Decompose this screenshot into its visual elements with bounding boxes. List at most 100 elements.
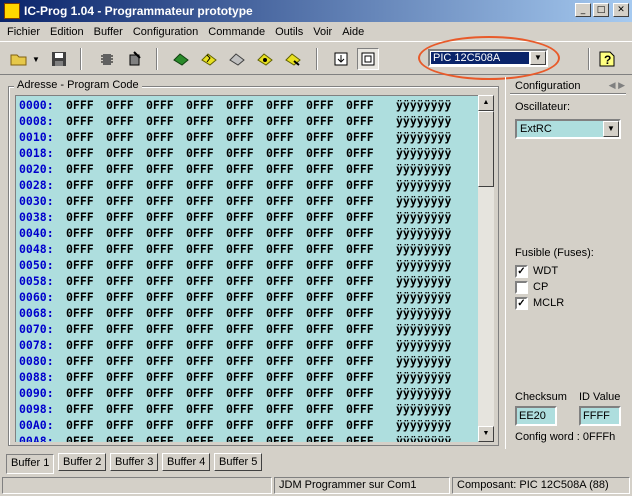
word-cell[interactable]: 0FFF — [186, 369, 214, 385]
table-row[interactable]: 0018: 0FFF 0FFF 0FFF 0FFF 0FFF 0FFF 0FFF 0FFF ÿÿÿ… — [16, 145, 478, 161]
word-cell[interactable]: 0FFF — [266, 289, 294, 305]
word-cell[interactable]: 0FFF — [226, 129, 254, 145]
word-cell[interactable]: 0FFF — [306, 289, 334, 305]
fuse-mclr-checkbox[interactable]: ✓ — [515, 296, 528, 310]
tab-buffer-3[interactable]: Buffer 3 — [110, 453, 159, 471]
word-cell[interactable]: 0FFF — [306, 305, 334, 321]
word-cell[interactable]: 0FFF — [106, 97, 134, 113]
word-cell[interactable]: 0FFF — [186, 145, 214, 161]
word-cell[interactable]: 0FFF — [226, 209, 254, 225]
tab-buffer-2[interactable]: Buffer 2 — [58, 453, 107, 471]
word-cell[interactable]: 0FFF — [186, 241, 214, 257]
word-cell[interactable]: 0FFF — [266, 113, 294, 129]
word-cell[interactable]: 0FFF — [186, 225, 214, 241]
word-cell[interactable]: 0FFF — [226, 369, 254, 385]
word-cell[interactable]: 0FFF — [266, 369, 294, 385]
table-row[interactable]: 0068: 0FFF 0FFF 0FFF 0FFF 0FFF 0FFF 0FFF 0FFF ÿÿÿ… — [16, 305, 478, 321]
word-cell[interactable]: 0FFF — [226, 145, 254, 161]
word-cell[interactable]: 0FFF — [346, 433, 374, 442]
word-cell[interactable]: 0FFF — [186, 177, 214, 193]
word-cell[interactable]: 0FFF — [226, 433, 254, 442]
fuse-cp[interactable]: CP — [515, 280, 548, 294]
word-cell[interactable]: 0FFF — [306, 321, 334, 337]
word-cell[interactable]: 0FFF — [346, 385, 374, 401]
word-cell[interactable]: 0FFF — [146, 369, 174, 385]
program-device-icon[interactable] — [198, 48, 220, 70]
table-row[interactable]: 0088: 0FFF 0FFF 0FFF 0FFF 0FFF 0FFF 0FFF 0FFF ÿÿÿ… — [16, 369, 478, 385]
word-cell[interactable]: 0FFF — [146, 97, 174, 113]
vertical-scrollbar[interactable]: ▲ ▼ — [478, 95, 494, 442]
word-cell[interactable]: 0FFF — [106, 385, 134, 401]
buffer-view-icon[interactable] — [357, 48, 379, 70]
word-cell[interactable]: 0FFF — [226, 321, 254, 337]
word-cell[interactable]: 0FFF — [306, 257, 334, 273]
word-cell[interactable]: 0FFF — [266, 241, 294, 257]
word-cell[interactable]: 0FFF — [226, 385, 254, 401]
menu-buffer[interactable]: Buffer — [89, 26, 128, 38]
word-cell[interactable]: 0FFF — [106, 177, 134, 193]
word-cell[interactable]: 0FFF — [186, 273, 214, 289]
word-cell[interactable]: 0FFF — [346, 241, 374, 257]
word-cell[interactable]: 0FFF — [346, 401, 374, 417]
word-cell[interactable]: 0FFF — [146, 433, 174, 442]
minimize-button[interactable]: _ — [575, 3, 591, 17]
table-row[interactable]: 0060: 0FFF 0FFF 0FFF 0FFF 0FFF 0FFF 0FFF 0FFF ÿÿÿ… — [16, 289, 478, 305]
word-cell[interactable]: 0FFF — [66, 129, 94, 145]
table-row[interactable]: 00A8: 0FFF 0FFF 0FFF 0FFF 0FFF 0FFF 0FFF 0FFF ÿÿÿ… — [16, 433, 478, 442]
word-cell[interactable]: 0FFF — [306, 209, 334, 225]
word-cell[interactable]: 0FFF — [66, 209, 94, 225]
chip-read-icon[interactable] — [96, 48, 118, 70]
word-cell[interactable]: 0FFF — [66, 337, 94, 353]
maximize-button[interactable]: □ — [593, 3, 609, 17]
table-row[interactable]: 0038: 0FFF 0FFF 0FFF 0FFF 0FFF 0FFF 0FFF 0FFF ÿÿÿ… — [16, 209, 478, 225]
word-cell[interactable]: 0FFF — [106, 289, 134, 305]
word-cell[interactable]: 0FFF — [346, 209, 374, 225]
load-to-buffer-icon[interactable] — [330, 48, 352, 70]
word-cell[interactable]: 0FFF — [106, 193, 134, 209]
fuse-cp-checkbox[interactable] — [515, 280, 528, 294]
word-cell[interactable]: 0FFF — [226, 225, 254, 241]
word-cell[interactable]: 0FFF — [306, 241, 334, 257]
scroll-thumb[interactable] — [478, 111, 494, 187]
word-cell[interactable]: 0FFF — [226, 193, 254, 209]
word-cell[interactable]: 0FFF — [346, 161, 374, 177]
word-cell[interactable]: 0FFF — [66, 161, 94, 177]
word-cell[interactable]: 0FFF — [66, 241, 94, 257]
verify-device-icon[interactable] — [254, 48, 276, 70]
table-row[interactable]: 0080: 0FFF 0FFF 0FFF 0FFF 0FFF 0FFF 0FFF 0FFF ÿÿÿ… — [16, 353, 478, 369]
word-cell[interactable]: 0FFF — [226, 97, 254, 113]
title-bar[interactable]: IC-Prog 1.04 - Programmateur prototype _… — [0, 0, 632, 22]
fuse-mclr[interactable]: ✓ MCLR — [515, 296, 564, 310]
menu-voir[interactable]: Voir — [308, 26, 337, 38]
word-cell[interactable]: 0FFF — [306, 145, 334, 161]
table-row[interactable]: 0008: 0FFF 0FFF 0FFF 0FFF 0FFF 0FFF 0FFF 0FFF ÿÿÿ… — [16, 113, 478, 129]
word-cell[interactable]: 0FFF — [66, 321, 94, 337]
word-cell[interactable]: 0FFF — [266, 433, 294, 442]
word-cell[interactable]: 0FFF — [106, 257, 134, 273]
tab-buffer-5[interactable]: Buffer 5 — [214, 453, 263, 471]
table-row[interactable]: 0020: 0FFF 0FFF 0FFF 0FFF 0FFF 0FFF 0FFF 0FFF ÿÿÿ… — [16, 161, 478, 177]
table-row[interactable]: 0098: 0FFF 0FFF 0FFF 0FFF 0FFF 0FFF 0FFF 0FFF ÿÿÿ… — [16, 401, 478, 417]
word-cell[interactable]: 0FFF — [306, 337, 334, 353]
word-cell[interactable]: 0FFF — [346, 129, 374, 145]
save-disk-icon[interactable] — [48, 48, 70, 70]
word-cell[interactable]: 0FFF — [346, 321, 374, 337]
word-cell[interactable]: 0FFF — [346, 145, 374, 161]
word-cell[interactable]: 0FFF — [106, 225, 134, 241]
word-cell[interactable]: 0FFF — [306, 433, 334, 442]
word-cell[interactable]: 0FFF — [146, 401, 174, 417]
scroll-down-icon[interactable]: ▼ — [478, 426, 494, 442]
word-cell[interactable]: 0FFF — [66, 257, 94, 273]
word-cell[interactable]: 0FFF — [66, 273, 94, 289]
word-cell[interactable]: 0FFF — [146, 145, 174, 161]
word-cell[interactable]: 0FFF — [346, 369, 374, 385]
table-row[interactable]: 00A0: 0FFF 0FFF 0FFF 0FFF 0FFF 0FFF 0FFF 0FFF ÿÿÿ… — [16, 417, 478, 433]
word-cell[interactable]: 0FFF — [266, 321, 294, 337]
word-cell[interactable]: 0FFF — [146, 273, 174, 289]
word-cell[interactable]: 0FFF — [106, 353, 134, 369]
word-cell[interactable]: 0FFF — [186, 353, 214, 369]
word-cell[interactable]: 0FFF — [66, 113, 94, 129]
word-cell[interactable]: 0FFF — [266, 305, 294, 321]
word-cell[interactable]: 0FFF — [226, 161, 254, 177]
word-cell[interactable]: 0FFF — [146, 241, 174, 257]
